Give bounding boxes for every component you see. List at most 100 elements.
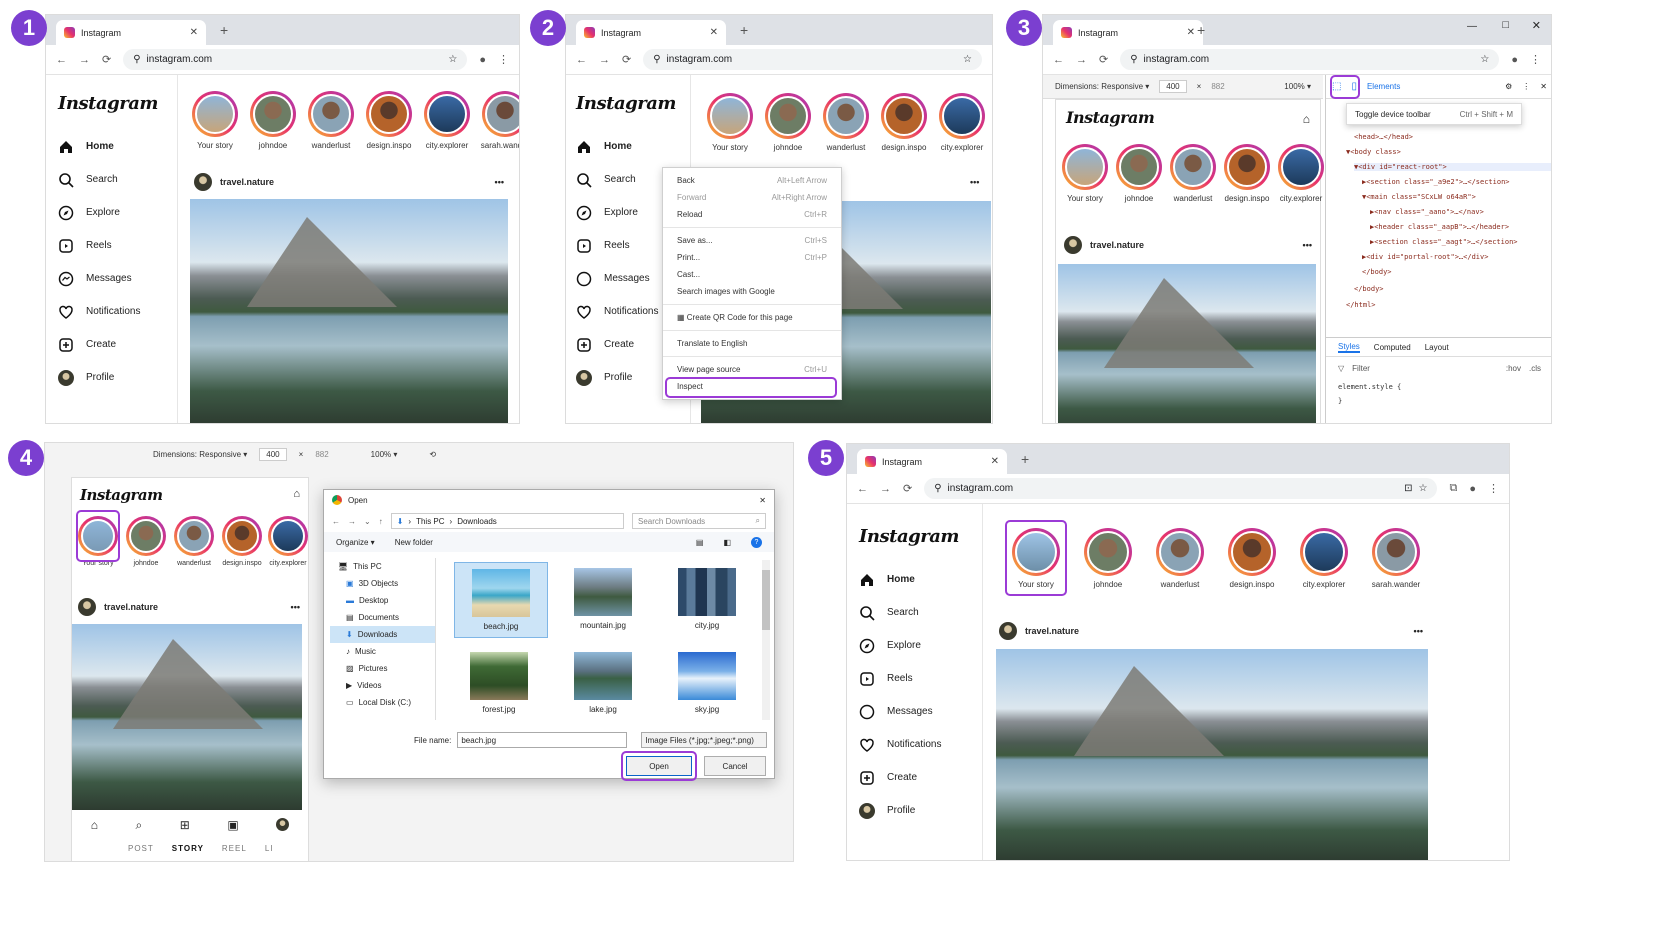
forward-icon[interactable]: → (880, 483, 891, 495)
hov-toggle[interactable]: :hov (1506, 364, 1521, 373)
path-breadcrumb[interactable]: ⬇ › This PC › Downloads (390, 513, 624, 529)
file-item-lake[interactable]: lake.jpg (558, 652, 648, 714)
menu-item-save-as[interactable]: Save as... Ctrl+S (663, 232, 841, 249)
nav-notifications[interactable]: Notifications (859, 728, 970, 761)
instagram-logo[interactable]: Instagram (1066, 108, 1155, 127)
file-name-input[interactable]: beach.jpg (457, 732, 628, 748)
new-tab-button[interactable]: + (740, 22, 748, 38)
site-info-icon[interactable]: ⚲ (934, 483, 941, 494)
nav-home[interactable]: Home (576, 130, 680, 163)
post-avatar[interactable] (78, 598, 96, 616)
url-input[interactable]: ⚲ instagram.com ⊡ ☆ (924, 478, 1438, 499)
forward-icon[interactable]: → (1076, 54, 1087, 66)
kebab-menu-icon[interactable]: ⋮ (1488, 482, 1499, 495)
nav-messages[interactable]: Messages (58, 262, 165, 295)
story-item[interactable]: johndoe (759, 93, 817, 152)
story-item[interactable]: wanderlust (1151, 528, 1209, 589)
post-username[interactable]: travel.nature (104, 602, 158, 612)
tree-item-downloads[interactable]: ⬇ Downloads (330, 626, 435, 643)
nav-reels[interactable]: Reels (859, 662, 970, 695)
story-item[interactable]: sarah.wander (476, 91, 519, 150)
reload-icon[interactable]: ⟳ (1099, 53, 1108, 66)
story-item[interactable]: design.inspo (1220, 144, 1274, 203)
rotate-icon[interactable]: ⟲ (429, 450, 436, 459)
file-item-beach[interactable]: beach.jpg (454, 562, 548, 638)
browser-tab[interactable]: Instagram ✕ (1053, 20, 1203, 45)
dimensions-select[interactable]: Dimensions: Responsive ▾ (1055, 82, 1149, 91)
story-item[interactable]: city.explorer (1274, 144, 1328, 203)
dimensions-select[interactable]: Dimensions: Responsive ▾ (153, 450, 247, 459)
back-icon[interactable]: ← (857, 483, 868, 495)
nav-create[interactable]: Create (58, 328, 165, 361)
preview-pane-icon[interactable]: ◧ (723, 538, 731, 547)
nav-search[interactable]: Search (859, 596, 970, 629)
elements-tab[interactable]: Elements (1367, 82, 1400, 91)
nav-profile[interactable]: Profile (859, 794, 970, 827)
tree-item-music[interactable]: ♪ Music (330, 643, 435, 660)
story-item[interactable]: design.inspo (218, 516, 266, 567)
zoom-select[interactable]: 100% ▾ (1284, 82, 1311, 91)
menu-item-view-source[interactable]: View page source Ctrl+U (663, 361, 841, 378)
story-item[interactable]: Your story (186, 91, 244, 150)
dialog-close-icon[interactable]: ✕ (759, 496, 766, 505)
profile-icon[interactable]: ● (1511, 54, 1518, 66)
extensions-icon[interactable]: ⧉ (1449, 482, 1457, 495)
post-avatar[interactable] (1064, 236, 1082, 254)
more-options-icon[interactable]: ••• (1414, 626, 1423, 636)
story-item-your-story[interactable]: Your story (74, 510, 122, 567)
height-input[interactable]: 882 (1211, 82, 1224, 91)
dom-node[interactable]: ▼<div id="react-root"> (1354, 163, 1551, 171)
dom-node[interactable]: </html> (1346, 301, 1376, 309)
url-input[interactable]: ⚲ instagram.com ☆ (123, 49, 468, 70)
menu-item-reload[interactable]: Reload Ctrl+R (663, 206, 841, 223)
story-item[interactable]: city.explorer (266, 516, 310, 567)
story-item[interactable]: johndoe (122, 516, 170, 567)
kebab-menu-icon[interactable]: ⋮ (1530, 53, 1541, 66)
tree-item-this-pc[interactable]: 🖥 This PC (330, 558, 435, 575)
profile-icon[interactable]: ● (479, 54, 486, 66)
tree-item-local-disk[interactable]: ▭ Local Disk (C:) (330, 694, 435, 711)
tree-item-pictures[interactable]: ▨ Pictures (330, 660, 435, 677)
story-item[interactable]: wanderlust (302, 91, 360, 150)
mode-post[interactable]: POST (128, 844, 154, 853)
search-downloads-input[interactable]: Search Downloads ⌕ (632, 513, 766, 529)
story-item[interactable]: city.explorer (418, 91, 476, 150)
menu-item-cast[interactable]: Cast... (663, 266, 841, 283)
camera-icon[interactable]: ⌂ (1303, 112, 1310, 126)
tab-computed[interactable]: Computed (1374, 343, 1411, 352)
url-input[interactable]: ⚲ instagram.com ☆ (1120, 49, 1500, 70)
bookmark-star-icon[interactable]: ☆ (1480, 54, 1489, 65)
path-segment[interactable]: This PC (416, 517, 444, 526)
profile-avatar[interactable] (276, 818, 290, 831)
story-item[interactable]: johndoe (1079, 528, 1137, 589)
plus-square-icon[interactable]: ⊞ (180, 818, 190, 833)
mode-story[interactable]: STORY (172, 844, 204, 853)
reload-icon[interactable]: ⟳ (903, 482, 912, 495)
reload-icon[interactable]: ⟳ (622, 53, 631, 66)
browser-tab[interactable]: Instagram ✕ (56, 20, 206, 45)
nav-notifications[interactable]: Notifications (58, 295, 165, 328)
devtools-close-icon[interactable]: ✕ (1540, 82, 1547, 91)
maximize-icon[interactable]: □ (1502, 19, 1509, 31)
file-item-sky[interactable]: sky.jpg (662, 652, 752, 714)
file-item-city[interactable]: city.jpg (662, 562, 752, 638)
new-tab-button[interactable]: + (1197, 22, 1205, 38)
home-icon[interactable]: ⌂ (91, 818, 98, 833)
dom-node[interactable]: ▼<body class> (1346, 148, 1401, 156)
mode-live[interactable]: LI (265, 844, 274, 853)
up-icon[interactable]: ↑ (379, 517, 383, 526)
install-icon[interactable]: ⊡ (1404, 483, 1412, 494)
post-username[interactable]: travel.nature (1025, 626, 1079, 636)
post-avatar[interactable] (999, 622, 1017, 640)
mode-reel[interactable]: REEL (222, 844, 247, 853)
story-item[interactable]: city.explorer (1295, 528, 1353, 589)
story-item[interactable]: johndoe (244, 91, 302, 150)
nav-explore[interactable]: Explore (58, 196, 165, 229)
dom-node[interactable]: </body> (1362, 268, 1392, 276)
reels-icon[interactable]: ▣ (227, 818, 238, 833)
reload-icon[interactable]: ⟳ (102, 53, 111, 66)
close-tab-icon[interactable]: ✕ (190, 27, 198, 38)
instagram-logo[interactable]: Instagram (576, 93, 680, 114)
dom-node[interactable]: ▶<div id="portal-root">…</div> (1362, 253, 1488, 261)
story-item[interactable]: city.explorer (933, 93, 991, 152)
